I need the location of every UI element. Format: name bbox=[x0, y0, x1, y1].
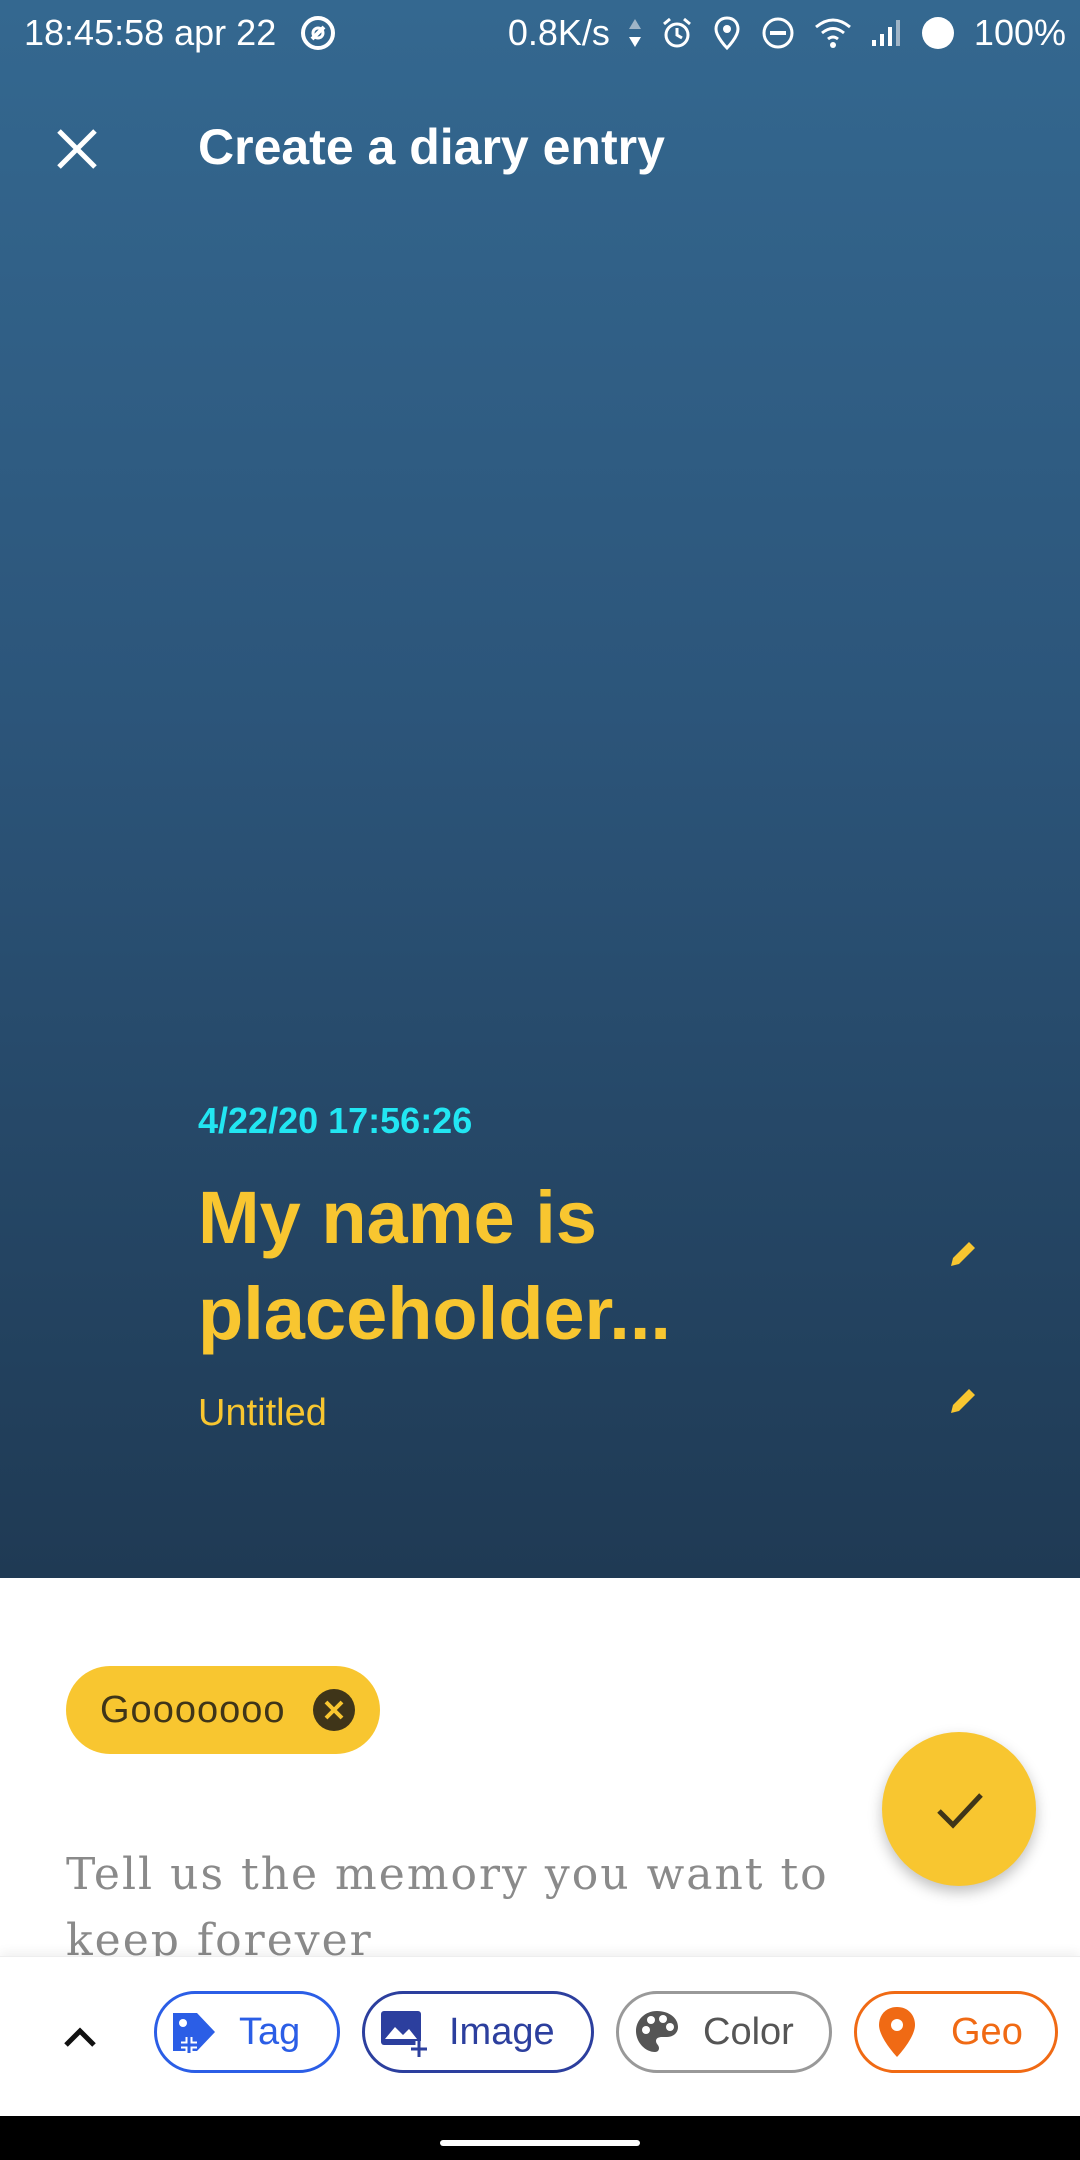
tag-add-icon bbox=[167, 2005, 221, 2059]
pencil-icon bbox=[951, 1389, 975, 1413]
status-bar: 18:45:58 apr 22 0.8K/s 100% bbox=[0, 0, 1080, 68]
pick-color-label: Color bbox=[703, 2010, 794, 2053]
page-title: Create a diary entry bbox=[198, 119, 665, 175]
add-image-button[interactable]: Image bbox=[362, 1991, 594, 2073]
add-tag-label: Tag bbox=[239, 2010, 301, 2053]
chevron-up-icon bbox=[64, 2027, 96, 2047]
home-gesture-handle[interactable] bbox=[440, 2140, 640, 2146]
entry-date: 4/22/20 17:56:26 bbox=[198, 1100, 473, 1141]
data-saver-icon bbox=[298, 13, 338, 53]
check-icon bbox=[937, 1793, 983, 1829]
edit-title-button[interactable] bbox=[932, 1225, 992, 1285]
system-navigation-bar bbox=[0, 2116, 1080, 2160]
bottom-toolbar: Tag Image Color Geo bbox=[0, 1956, 1080, 2117]
close-button[interactable] bbox=[40, 112, 114, 186]
battery-percent: 100% bbox=[973, 12, 1066, 53]
image-add-icon bbox=[377, 2005, 431, 2059]
pick-color-button[interactable]: Color bbox=[616, 1991, 832, 2073]
expand-toolbar-button[interactable] bbox=[50, 2007, 110, 2067]
edit-subtitle-button[interactable] bbox=[932, 1372, 992, 1432]
cell-signal-icon bbox=[870, 18, 902, 48]
remove-tag-button[interactable] bbox=[312, 1688, 356, 1732]
add-location-label: Geo bbox=[951, 2010, 1023, 2053]
entry-body-input[interactable]: Tell us the memory you want to keep fore… bbox=[66, 1842, 946, 1974]
app-bar: Create a diary entry bbox=[0, 100, 1080, 190]
pencil-icon bbox=[951, 1242, 975, 1266]
close-circle-icon bbox=[313, 1689, 355, 1731]
add-tag-button[interactable]: Tag bbox=[154, 1991, 340, 2073]
tag-chip[interactable]: Gooooooo bbox=[66, 1666, 380, 1754]
status-time-date: 18:45:58 apr 22 bbox=[24, 12, 277, 53]
location-pin-icon bbox=[877, 2005, 917, 2059]
wifi-icon bbox=[814, 17, 852, 49]
tag-chip-label: Gooooooo bbox=[100, 1688, 286, 1731]
alarm-icon bbox=[660, 16, 694, 50]
save-entry-button[interactable] bbox=[882, 1732, 1036, 1886]
location-icon bbox=[712, 15, 742, 51]
entry-subtitle: Untitled bbox=[198, 1392, 327, 1434]
add-image-label: Image bbox=[449, 2010, 555, 2053]
battery-icon bbox=[920, 15, 956, 51]
do-not-disturb-icon bbox=[760, 15, 796, 51]
data-activity-icon bbox=[628, 17, 642, 49]
entry-title: My name is placeholder... bbox=[198, 1176, 671, 1355]
palette-icon bbox=[633, 2008, 681, 2056]
close-icon bbox=[57, 129, 97, 169]
add-location-button[interactable]: Geo bbox=[854, 1991, 1058, 2073]
network-speed: 0.8K/s bbox=[507, 12, 610, 53]
